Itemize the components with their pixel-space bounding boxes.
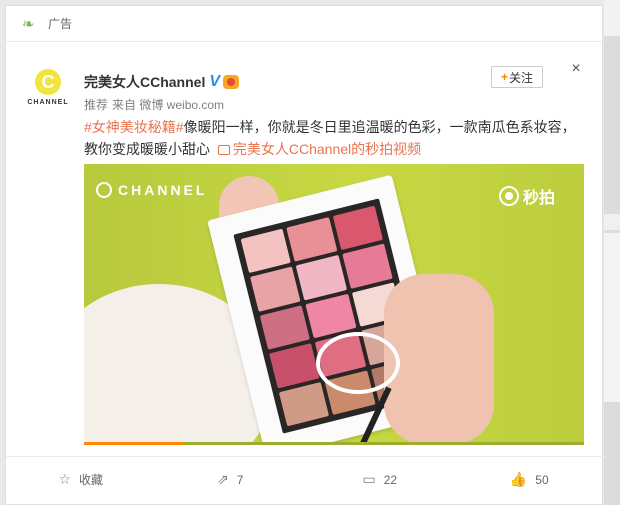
like-icon: 👍 bbox=[509, 471, 528, 487]
miaopai-watermark: 秒拍 bbox=[499, 184, 555, 208]
meta-source[interactable]: 来自 微博 weibo.com bbox=[112, 96, 224, 113]
meta-recommend: 推荐 bbox=[84, 98, 109, 112]
follow-label: 关注 bbox=[509, 70, 534, 85]
video-progress-bar[interactable] bbox=[84, 442, 584, 445]
repost-button[interactable]: ⇗ 7 bbox=[156, 457, 306, 502]
comment-icon: ▭ bbox=[362, 471, 376, 487]
side-panel-mid bbox=[604, 214, 620, 230]
verified-icon: V bbox=[209, 73, 221, 90]
avatar-logo-icon: C bbox=[35, 69, 61, 95]
side-panel-top bbox=[604, 0, 620, 36]
side-panel-lower bbox=[604, 232, 620, 402]
video-progress-fill bbox=[84, 442, 184, 445]
close-icon[interactable]: × bbox=[569, 61, 583, 77]
action-bar: ☆ 收藏 ⇗ 7 ▭ 22 👍 50 bbox=[6, 456, 604, 502]
highlight-circle bbox=[316, 332, 400, 394]
star-icon: ☆ bbox=[58, 471, 72, 487]
follow-button[interactable]: + 关注 bbox=[491, 66, 543, 88]
page-scroll-area bbox=[604, 0, 620, 505]
video-link-label: 完美女人CChannel的秒拍视频 bbox=[232, 141, 422, 157]
avatar[interactable]: C CHANNEL bbox=[26, 69, 70, 113]
video-icon bbox=[217, 145, 230, 155]
post-meta: 推荐 来自 微博 weibo.com bbox=[84, 96, 224, 113]
post-text: #女神美妆秘籍#像暖阳一样，你就是冬日里追温暖的色彩，一款南瓜色系妆容，教你变成… bbox=[84, 116, 584, 160]
hand-shape-2 bbox=[384, 274, 494, 444]
comment-button[interactable]: ▭ 22 bbox=[305, 457, 455, 502]
share-icon: ⇗ bbox=[217, 471, 229, 487]
avatar-text: CHANNEL bbox=[27, 99, 69, 106]
plus-icon: + bbox=[500, 70, 508, 84]
author-name[interactable]: 完美女人CChannel bbox=[84, 72, 205, 92]
leaf-icon: ❧ bbox=[22, 15, 35, 33]
weibo-post-card: ❧ 广告 C CHANNEL 完美女人CChannel V 推荐 来自 微博 w… bbox=[5, 5, 604, 505]
channel-watermark: CHANNEL bbox=[96, 182, 207, 198]
video-link[interactable]: 完美女人CChannel的秒拍视频 bbox=[214, 141, 421, 157]
video-player[interactable]: CHANNEL 秒拍 bbox=[84, 164, 584, 444]
miaopai-icon bbox=[499, 186, 519, 206]
ad-label: 广告 bbox=[48, 17, 73, 31]
member-badge-icon bbox=[223, 75, 240, 89]
ad-header: ❧ 广告 bbox=[6, 6, 602, 42]
channel-logo-icon bbox=[96, 182, 112, 198]
topic-tag[interactable]: #女神美妆秘籍# bbox=[84, 119, 184, 135]
favorite-button[interactable]: ☆ 收藏 bbox=[6, 457, 156, 502]
author-row: 完美女人CChannel V bbox=[84, 72, 240, 92]
like-button[interactable]: 👍 50 bbox=[455, 457, 605, 502]
